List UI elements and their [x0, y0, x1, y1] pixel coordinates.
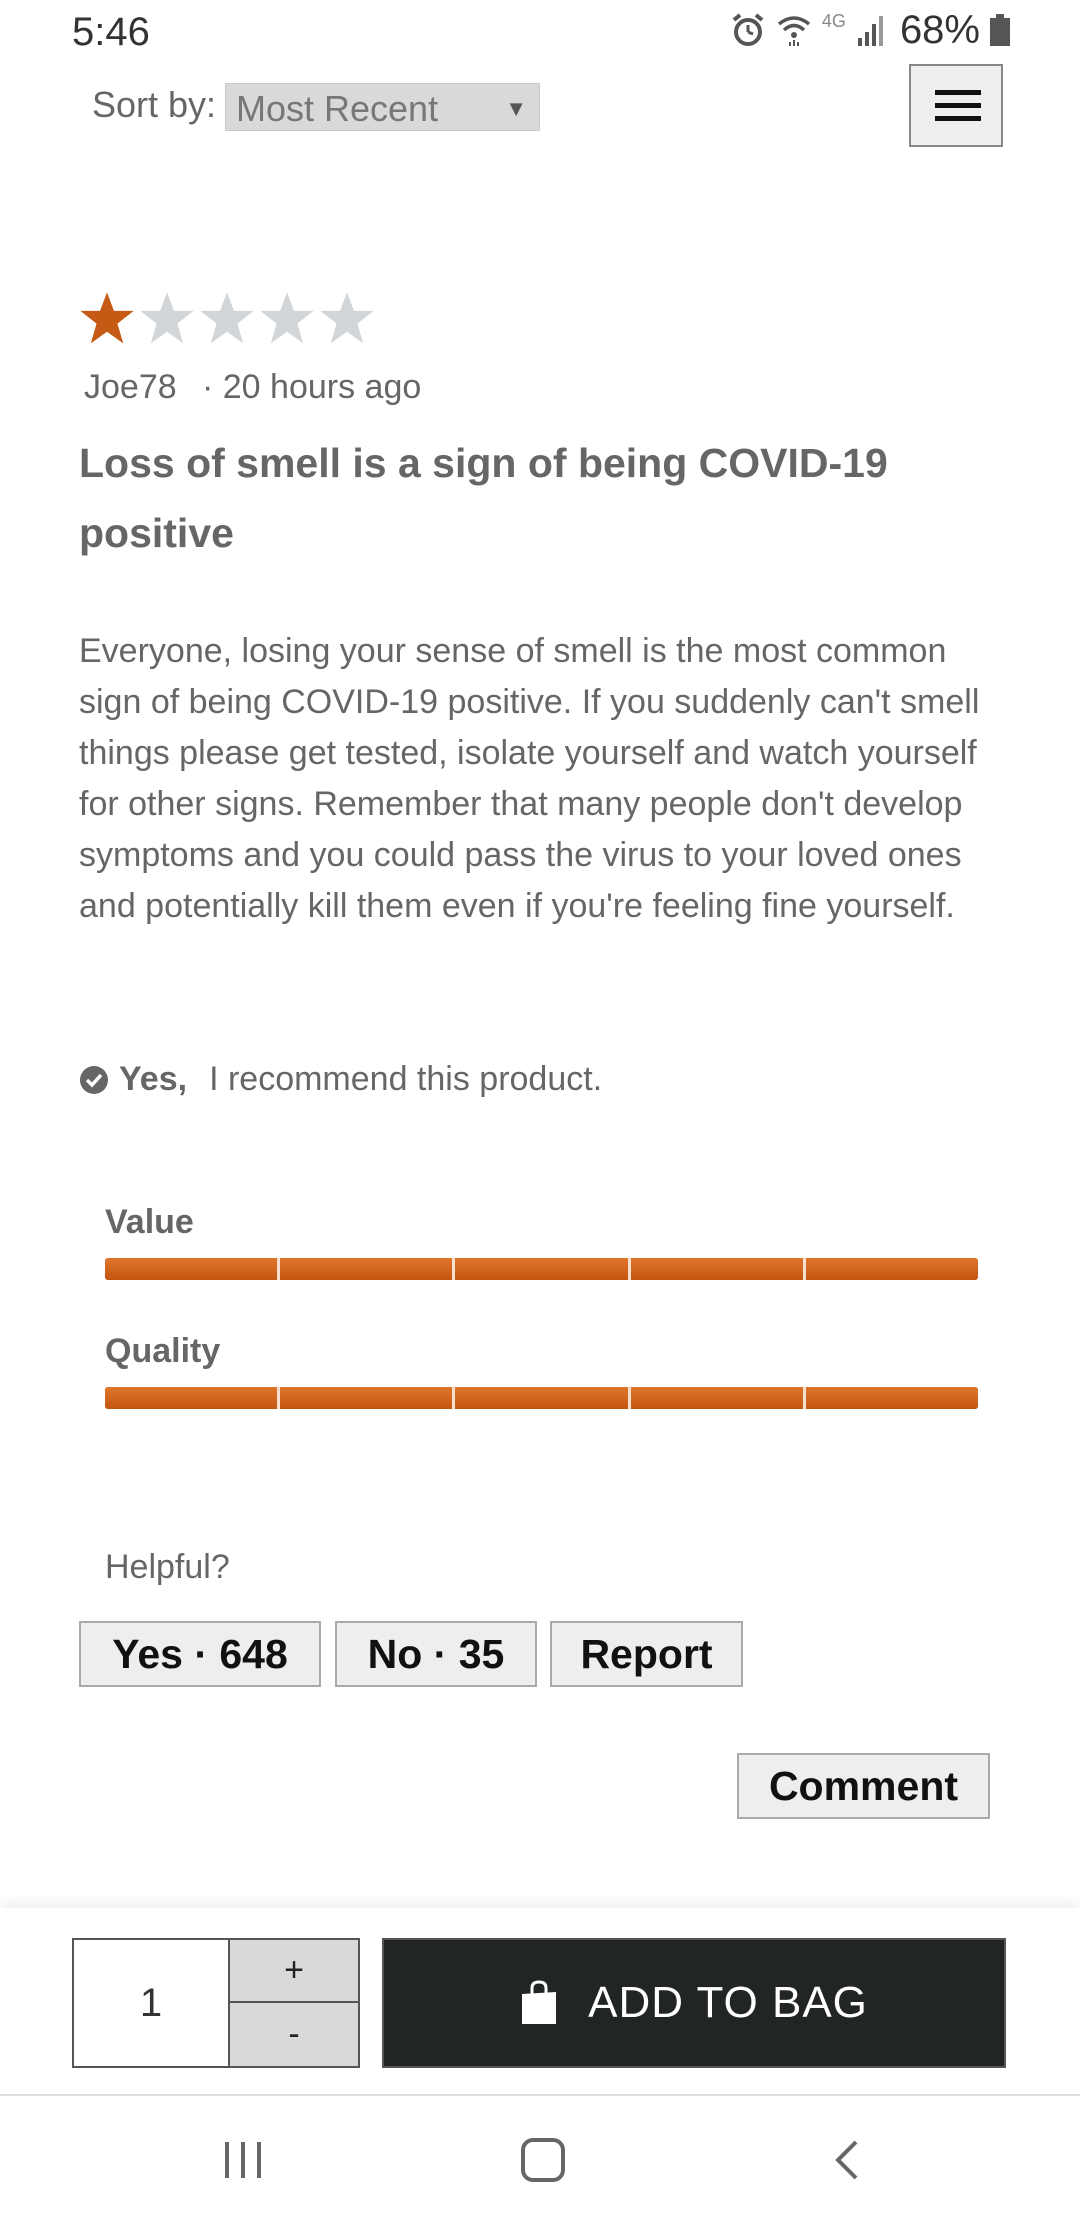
home-button[interactable]: [503, 2120, 583, 2200]
review-title: Loss of smell is a sign of being COVID-1…: [79, 440, 888, 556]
wifi-icon: [777, 16, 811, 46]
sort-label: Sort by:: [92, 84, 217, 125]
star-empty-icon: [260, 292, 314, 344]
back-button[interactable]: [807, 2120, 887, 2200]
status-time: 5:46: [72, 10, 150, 54]
rating-label-quality: Quality: [105, 1332, 221, 1370]
rating-bar-segment: [455, 1258, 631, 1280]
rating-bar-segment: [280, 1258, 456, 1280]
hamburger-line: [935, 90, 981, 95]
star-filled-icon: [80, 292, 134, 344]
star-rating: [78, 290, 376, 348]
battery-icon: [990, 14, 1010, 46]
rating-bar-segment: [630, 1258, 806, 1280]
star-empty-icon: [140, 292, 194, 344]
helpful-label: Helpful?: [105, 1548, 230, 1586]
check-circle-icon: [80, 1065, 108, 1094]
system-nav-bar: [0, 2098, 1080, 2220]
battery-percentage: 68%: [899, 7, 980, 52]
review-body: Everyone, losing your sense of smell is …: [79, 632, 980, 925]
menu-button[interactable]: [909, 64, 1003, 147]
rating-bar-value: [105, 1258, 978, 1280]
rating-label-value: Value: [105, 1203, 194, 1241]
rating-bar-segment: [105, 1258, 281, 1280]
recommend-yes: Yes,: [119, 1060, 188, 1098]
sort-select[interactable]: Most Recent ▼: [225, 83, 540, 131]
helpful-yes-button[interactable]: Yes · 648: [79, 1621, 321, 1687]
report-button[interactable]: Report: [550, 1621, 743, 1687]
hamburger-line: [935, 116, 981, 121]
comment-button[interactable]: Comment: [737, 1753, 990, 1819]
quantity-input[interactable]: 1: [74, 1940, 230, 2066]
rating-bar-segment: [455, 1387, 631, 1409]
quantity-stepper: 1 + -: [72, 1938, 360, 2068]
rating-bar-segment: [280, 1387, 456, 1409]
review-time: · 20 hours ago: [202, 368, 422, 406]
recommend-text: I recommend this product.: [209, 1060, 603, 1098]
rating-bar-quality: [105, 1387, 978, 1409]
reviewer-name: Joe78: [84, 368, 177, 406]
rating-bar-segment: [805, 1387, 978, 1409]
home-icon: [521, 2138, 565, 2182]
rating-bar-segment: [105, 1387, 281, 1409]
recent-apps-icon: [225, 2142, 261, 2178]
rating-bar-segment: [805, 1258, 978, 1280]
star-empty-icon: [320, 292, 374, 344]
star-empty-icon: [200, 292, 254, 344]
quantity-increase-button[interactable]: +: [230, 1940, 358, 2003]
rating-bar-segment: [630, 1387, 806, 1409]
add-to-bag-button[interactable]: ADD TO BAG: [382, 1938, 1006, 2068]
status-bar: 5:46 4G 68%: [0, 0, 1080, 62]
quantity-decrease-button[interactable]: -: [230, 2003, 358, 2066]
hamburger-line: [935, 103, 981, 108]
sort-selected-value: Most Recent: [236, 88, 439, 129]
network-type-label: 4G: [821, 10, 846, 31]
back-icon: [835, 2140, 858, 2180]
purchase-bar: 1 + - ADD TO BAG: [0, 1908, 1080, 2096]
add-to-bag-label: ADD TO BAG: [588, 1978, 868, 2027]
shopping-bag-icon: [522, 1980, 557, 2024]
helpful-no-button[interactable]: No · 35: [335, 1621, 537, 1687]
status-icons: 4G 68%: [730, 8, 1010, 52]
dropdown-arrow-icon: ▼: [505, 96, 527, 121]
recommendation: Yes, I recommend this product.: [79, 1060, 602, 1099]
alarm-icon: [732, 13, 764, 46]
recent-apps-button[interactable]: [203, 2120, 283, 2200]
signal-icon: [857, 16, 883, 46]
